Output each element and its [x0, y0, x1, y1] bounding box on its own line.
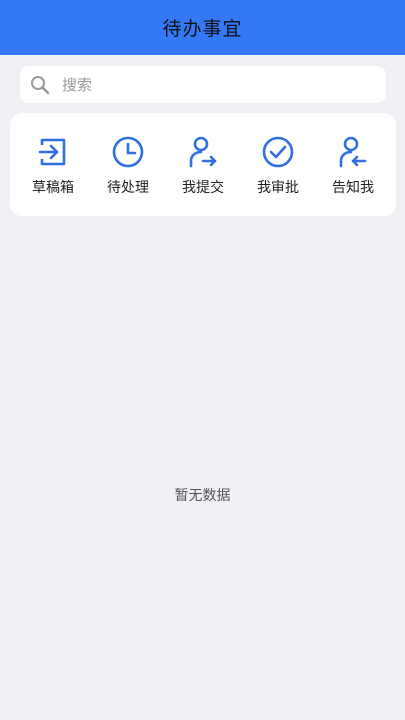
- header-bar: 待办事宜: [0, 0, 405, 55]
- quick-item-notify[interactable]: 告知我: [316, 113, 390, 216]
- user-submit-icon: [189, 136, 217, 168]
- quick-label-submitted: 我提交: [182, 180, 224, 196]
- quick-item-pending[interactable]: 待处理: [91, 113, 165, 216]
- quick-item-drafts[interactable]: 草稿箱: [16, 113, 90, 216]
- search-bar[interactable]: [20, 66, 386, 103]
- quick-label-notify: 告知我: [332, 180, 374, 196]
- quick-label-pending: 待处理: [107, 180, 149, 196]
- quick-item-submitted[interactable]: 我提交: [166, 113, 240, 216]
- clock-icon: [112, 136, 144, 168]
- check-circle-icon: [262, 136, 294, 168]
- quick-label-approval: 我审批: [257, 180, 299, 196]
- page: 待办事宜 草稿箱 待处理: [0, 0, 405, 720]
- empty-state-text: 暂无数据: [174, 488, 231, 504]
- search-icon: [31, 75, 50, 94]
- drafts-icon: [38, 138, 66, 166]
- search-input[interactable]: [60, 74, 364, 95]
- quick-item-approval[interactable]: 我审批: [241, 113, 315, 216]
- user-notify-icon: [339, 136, 367, 168]
- quick-actions: 草稿箱 待处理 我提交 我审批 告知我: [10, 113, 396, 216]
- page-title: 待办事宜: [162, 18, 243, 40]
- quick-label-drafts: 草稿箱: [32, 180, 74, 196]
